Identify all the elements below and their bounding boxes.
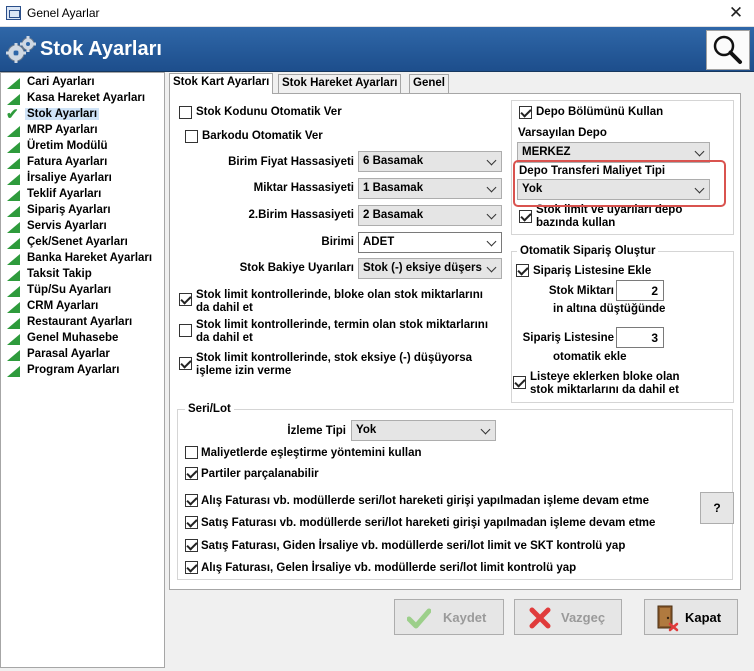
- nav-arrow-icon: [7, 94, 20, 105]
- nav-arrow-icon: [7, 158, 20, 169]
- cancel-x-icon: [529, 607, 551, 629]
- quantity-precision-select[interactable]: 1 Basamak: [358, 178, 502, 199]
- split-lots-label: Partiler parçalanabilir: [201, 468, 319, 480]
- stock-balance-warnings-label: Stok Bakiye Uyarıları: [239, 262, 354, 274]
- warehouse-based-limit-label: Stok limit ve uyarıları depo bazında kul…: [536, 204, 683, 229]
- tab-stok-hareket[interactable]: Stok Hareket Ayarları: [278, 74, 402, 93]
- limit-include-term-label: Stok limit kontrollerinde, termin olan s…: [196, 319, 489, 344]
- nav-arrow-icon: [7, 366, 20, 377]
- limit-include-blocked-checkbox[interactable]: [179, 293, 192, 306]
- use-warehouse-section-label: Depo Bölümünü Kullan: [536, 106, 664, 118]
- checkmark-icon: ✔: [6, 106, 19, 123]
- chevron-down-icon: [480, 424, 491, 435]
- highlight-box: [513, 160, 726, 207]
- limit-allow-negative-checkbox[interactable]: [179, 357, 192, 370]
- second-unit-precision-label: 2.Birim Hassasiyeti: [248, 209, 354, 221]
- nav-arrow-icon: [7, 78, 20, 89]
- title-bar: Genel Ayarlar ✕: [0, 0, 754, 27]
- save-check-icon: [407, 608, 431, 629]
- help-button[interactable]: ?: [700, 492, 734, 524]
- auto-add-label: otomatik ekle: [553, 351, 627, 363]
- sales-continue-label: Satış Faturası vb. modüllerde seri/lot h…: [201, 517, 656, 529]
- unit-label: Birimi: [321, 236, 354, 248]
- use-warehouse-section-checkbox[interactable]: [519, 106, 532, 119]
- stock-qty-input[interactable]: 2: [616, 280, 664, 301]
- nav-arrow-icon: [7, 270, 20, 281]
- barcode-auto-checkbox[interactable]: [185, 130, 198, 143]
- tracking-type-select[interactable]: Yok: [351, 420, 496, 441]
- purchase-continue-checkbox[interactable]: [185, 494, 198, 507]
- serilot-title: Seri/Lot: [185, 403, 234, 415]
- nav-arrow-icon: [7, 254, 20, 265]
- window-title: Genel Ayarlar: [27, 6, 100, 20]
- sales-continue-checkbox[interactable]: [185, 516, 198, 529]
- barcode-auto-label: Barkodu Otomatik Ver: [202, 130, 323, 142]
- order-list-qty-input[interactable]: 3: [616, 327, 664, 348]
- gear-icon: [6, 36, 36, 63]
- stock-code-auto-label: Stok Kodunu Otomatik Ver: [196, 106, 342, 118]
- chevron-down-icon: [486, 209, 497, 220]
- stock-balance-warnings-select[interactable]: Stok (-) eksiye düşers: [358, 258, 502, 279]
- nav-arrow-icon: [7, 286, 20, 297]
- cost-matching-label: Maliyetlerde eşleştirme yöntemini kullan: [201, 447, 422, 459]
- nav-arrow-icon: [7, 222, 20, 233]
- below-label: in altına düştüğünde: [553, 303, 666, 315]
- order-list-label: Sipariş Listesine: [522, 332, 614, 344]
- page-title: Stok Ayarları: [40, 38, 162, 60]
- limit-allow-negative-label: Stok limit kontrollerinde, stok eksiye (…: [196, 352, 473, 377]
- add-to-order-list-checkbox[interactable]: [516, 264, 529, 277]
- header-banner: Stok Ayarları: [0, 27, 754, 72]
- chevron-down-icon: [486, 262, 497, 273]
- stock-code-auto-checkbox[interactable]: [179, 106, 192, 119]
- save-button[interactable]: Kaydet: [394, 599, 504, 635]
- nav-arrow-icon: [7, 334, 20, 345]
- exit-door-icon: [657, 605, 679, 632]
- chevron-down-icon: [694, 146, 705, 157]
- auto-order-include-blocked-label: Listeye eklerken bloke olan stok miktarl…: [530, 371, 680, 396]
- nav-arrow-icon: [7, 318, 20, 329]
- search-button[interactable]: [706, 30, 750, 70]
- chevron-down-icon: [486, 236, 497, 247]
- tab-stok-kart[interactable]: Stok Kart Ayarları: [169, 73, 274, 94]
- auto-order-include-blocked-checkbox[interactable]: [513, 376, 526, 389]
- default-warehouse-label: Varsayılan Depo: [518, 127, 607, 139]
- unit-select[interactable]: ADET: [358, 232, 502, 253]
- second-unit-precision-select[interactable]: 2 Basamak: [358, 205, 502, 226]
- tracking-type-label: İzleme Tipi: [287, 425, 346, 437]
- nav-arrow-icon: [7, 142, 20, 153]
- app-icon: [6, 6, 21, 20]
- unit-price-precision-label: Birim Fiyat Hassasiyeti: [228, 156, 354, 168]
- warehouse-based-limit-checkbox[interactable]: [519, 210, 532, 223]
- close-button[interactable]: Kapat: [644, 599, 738, 635]
- nav-arrow-icon: [7, 302, 20, 313]
- unit-price-precision-select[interactable]: 6 Basamak: [358, 151, 502, 172]
- cancel-button[interactable]: Vazgeç: [514, 599, 622, 635]
- chevron-down-icon: [486, 155, 497, 166]
- nav-arrow-icon: [7, 238, 20, 249]
- stock-qty-label: Stok Miktarı: [548, 285, 614, 297]
- nav-arrow-icon: [7, 126, 20, 137]
- auto-order-title: Otomatik Sipariş Oluştur: [517, 245, 659, 257]
- split-lots-checkbox[interactable]: [185, 467, 198, 480]
- close-icon[interactable]: ✕: [719, 1, 753, 26]
- nav-arrow-icon: [7, 190, 20, 201]
- nav-arrow-icon: [7, 206, 20, 217]
- limit-include-term-checkbox[interactable]: [179, 324, 192, 337]
- sales-limit-skt-label: Satış Faturası, Giden İrsaliye vb. modül…: [201, 540, 626, 552]
- sales-limit-skt-checkbox[interactable]: [185, 539, 198, 552]
- add-to-order-list-label: Sipariş Listesine Ekle: [533, 265, 652, 277]
- limit-include-blocked-label: Stok limit kontrollerinde, bloke olan st…: [196, 289, 483, 314]
- purchase-limit-checkbox[interactable]: [185, 561, 198, 574]
- cost-matching-checkbox[interactable]: [185, 446, 198, 459]
- nav-arrow-icon: [7, 174, 20, 185]
- tab-genel[interactable]: Genel: [409, 74, 449, 93]
- nav-arrow-icon: [7, 350, 20, 361]
- sidebar: Cari Ayarları Kasa Hareket Ayarları ✔ Sto…: [0, 72, 165, 668]
- purchase-limit-label: Alış Faturası, Gelen İrsaliye vb. modüll…: [201, 562, 577, 574]
- purchase-continue-label: Alış Faturası vb. modüllerde seri/lot ha…: [201, 495, 650, 507]
- chevron-down-icon: [486, 182, 497, 193]
- search-icon: [713, 35, 742, 64]
- quantity-precision-label: Miktar Hassasiyeti: [253, 182, 354, 194]
